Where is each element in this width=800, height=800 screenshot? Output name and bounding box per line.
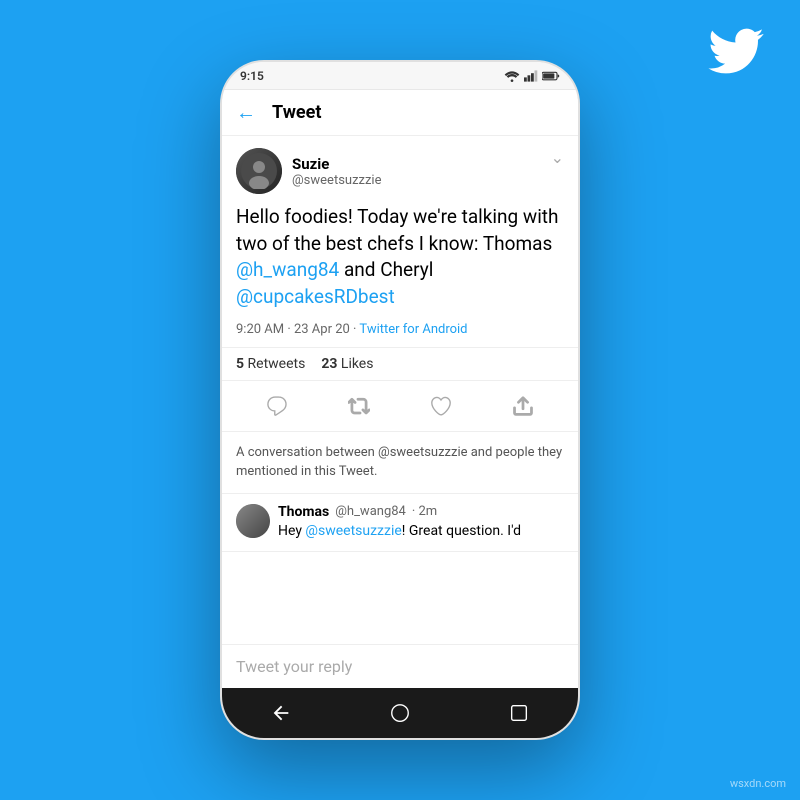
reply-time: · 2m xyxy=(412,504,437,519)
like-button[interactable] xyxy=(424,389,458,423)
tweet-text: Hello foodies! Today we're talking with … xyxy=(222,200,578,318)
page-title: Tweet xyxy=(272,102,321,123)
like-icon xyxy=(430,395,452,417)
avatar-image xyxy=(236,148,282,194)
avatar xyxy=(236,148,282,194)
retweet-count[interactable]: 5 Retweets xyxy=(236,356,305,372)
reply-text: Hey @sweetsuzzzie! Great question. I'd xyxy=(278,522,564,542)
user-handle: @sweetsuzzzie xyxy=(292,173,381,188)
reply-avatar xyxy=(236,504,270,538)
tweet-user-left: Suzie @sweetsuzzzie xyxy=(236,148,381,194)
reply-button[interactable] xyxy=(260,389,294,423)
signal-icon xyxy=(524,70,538,82)
nav-back-button[interactable] xyxy=(270,702,292,724)
status-bar: 9:15 xyxy=(222,62,578,90)
tweet-header: ← Tweet xyxy=(222,90,578,136)
reply-handle: @h_wang84 xyxy=(335,504,406,519)
nav-recents-icon xyxy=(508,702,530,724)
retweet-icon xyxy=(348,395,370,417)
back-button[interactable]: ← xyxy=(236,100,256,125)
phone-time: 9:15 xyxy=(240,69,264,83)
tweet-time: 9:20 AM · 23 Apr 20 · xyxy=(236,322,359,337)
user-info: Suzie @sweetsuzzzie xyxy=(292,155,381,188)
nav-home-button[interactable] xyxy=(389,702,411,724)
tweet-actions xyxy=(222,381,578,432)
watermark: wsxdn.com xyxy=(730,777,786,790)
chevron-down-icon[interactable]: ⌄ xyxy=(551,148,564,167)
battery-icon xyxy=(542,70,560,82)
display-name: Suzie xyxy=(292,155,381,173)
phone-shell: 9:15 ← xyxy=(220,60,580,740)
mention-h-wang[interactable]: @h_wang84 xyxy=(236,258,339,281)
twitter-logo xyxy=(708,28,764,74)
nav-recents-button[interactable] xyxy=(508,702,530,724)
conversation-notice: A conversation between @sweetsuzzzie and… xyxy=(222,432,578,493)
like-count[interactable]: 23 Likes xyxy=(321,356,373,372)
app-content: ← Tweet xyxy=(222,90,578,688)
reply-header: Thomas @h_wang84 · 2m xyxy=(278,504,564,520)
via-link[interactable]: Twitter for Android xyxy=(359,322,467,337)
tweet-counts: 5 Retweets 23 Likes xyxy=(222,347,578,381)
reply-avatar-image xyxy=(236,504,270,538)
reply-tweet: Thomas @h_wang84 · 2m Hey @sweetsuzzzie!… xyxy=(222,494,578,553)
reply-mention[interactable]: @sweetsuzzzie xyxy=(305,523,401,539)
wifi-icon xyxy=(504,70,520,82)
avatar-svg xyxy=(241,153,277,189)
nav-back-icon xyxy=(270,702,292,724)
share-button[interactable] xyxy=(506,389,540,423)
mention-cupcakes[interactable]: @cupcakesRDbest xyxy=(236,285,395,308)
reply-input-area[interactable]: Tweet your reply xyxy=(222,644,578,688)
reply-icon xyxy=(266,395,288,417)
phone-bottom-nav xyxy=(222,688,578,738)
tweet-user-row: Suzie @sweetsuzzzie ⌄ xyxy=(222,136,578,200)
reply-placeholder[interactable]: Tweet your reply xyxy=(236,657,352,676)
tweet-meta: 9:20 AM · 23 Apr 20 · Twitter for Androi… xyxy=(222,318,578,347)
reply-content: Thomas @h_wang84 · 2m Hey @sweetsuzzzie!… xyxy=(278,504,564,542)
reply-display-name: Thomas xyxy=(278,504,329,520)
tweet-body: Suzie @sweetsuzzzie ⌄ Hello foodies! Tod… xyxy=(222,136,578,644)
nav-home-icon xyxy=(389,702,411,724)
retweet-button[interactable] xyxy=(342,389,376,423)
share-icon xyxy=(512,395,534,417)
status-icons xyxy=(504,70,560,82)
